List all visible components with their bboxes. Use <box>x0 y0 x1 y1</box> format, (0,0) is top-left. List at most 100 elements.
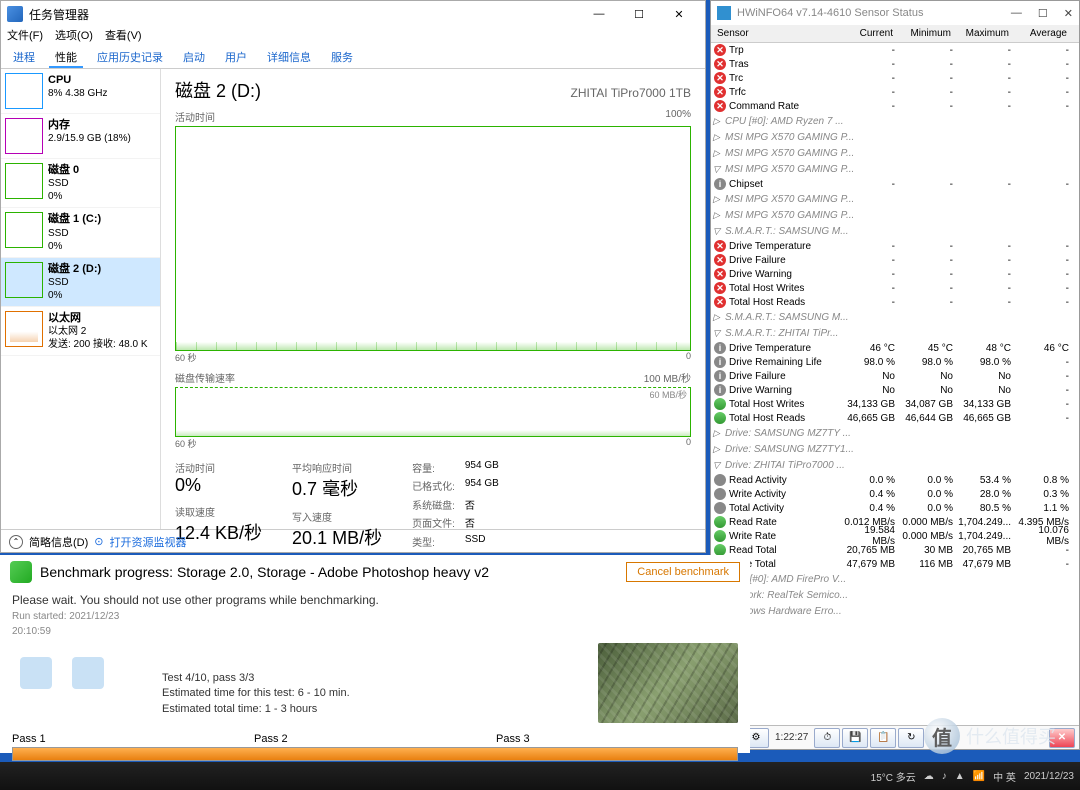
title-bar[interactable]: 任务管理器 — ☐ ✕ <box>1 1 705 27</box>
sidebar-disk1[interactable]: 磁盘 1 (C:)SSD0% <box>1 208 160 257</box>
sensor-section[interactable]: ▽Drive: ZHITAI TiPro7000 ... <box>711 457 1079 473</box>
sensor-row[interactable]: ✕Drive Warning---- <box>711 267 1079 281</box>
sensor-section[interactable]: ▷GPU [#0]: AMD FirePro V... <box>711 571 1079 587</box>
sensor-row[interactable]: ✕Drive Temperature---- <box>711 239 1079 253</box>
sidebar-disk2[interactable]: 磁盘 2 (D:)SSD0% <box>1 258 160 307</box>
storage-icon <box>20 657 52 689</box>
tab-history[interactable]: 应用历史记录 <box>91 47 169 68</box>
sensor-section[interactable]: ▷MSI MPG X570 GAMING P... <box>711 207 1079 223</box>
sidebar-memory[interactable]: 内存2.9/15.9 GB (18%) <box>1 114 160 159</box>
sensor-section[interactable]: ▷Drive: SAMSUNG MZ7TY1... <box>711 441 1079 457</box>
clock[interactable]: 2021/12/23 <box>1024 771 1074 782</box>
cancel-benchmark-button[interactable]: Cancel benchmark <box>626 562 740 582</box>
sensor-row[interactable]: Write Activity0.4 %0.0 %28.0 %0.3 % <box>711 487 1079 501</box>
close-button[interactable]: ✕ <box>1064 7 1073 20</box>
sidebar-ethernet[interactable]: 以太网以太网 2发送: 200 接收: 48.0 K <box>1 307 160 356</box>
sensor-row[interactable]: Total Host Writes34,133 GB34,087 GB34,13… <box>711 397 1079 411</box>
tab-processes[interactable]: 进程 <box>7 47 41 68</box>
ime-indicator[interactable]: 中 英 <box>993 769 1016 784</box>
sensor-section[interactable]: ▷Drive: SAMSUNG MZ7TY ... <box>711 425 1079 441</box>
disk-thumb-icon <box>5 262 43 298</box>
window-title: 任务管理器 <box>29 6 89 23</box>
sensor-row[interactable]: ✕Command Rate---- <box>711 99 1079 113</box>
response-value: 0.7 毫秒 <box>292 475 382 501</box>
sensor-row[interactable]: ✕Tras---- <box>711 57 1079 71</box>
sensor-row[interactable]: iDrive FailureNoNoNo- <box>711 369 1079 383</box>
tray-icon[interactable]: 📶 <box>973 771 985 782</box>
sensor-row[interactable]: iDrive Temperature46 °C45 °C48 °C46 °C <box>711 341 1079 355</box>
sensor-row[interactable]: iDrive WarningNoNoNo- <box>711 383 1079 397</box>
benchmark-window: Benchmark progress: Storage 2.0, Storage… <box>0 555 750 753</box>
sensor-section[interactable]: ▷MSI MPG X570 GAMING P... <box>711 145 1079 161</box>
uptime: 1:22:27 <box>771 732 812 743</box>
taskbar[interactable]: 15°C 多云 ☁ ♪ ▲ 📶 中 英 2021/12/23 <box>0 762 1080 790</box>
maximize-button[interactable]: ☐ <box>619 8 659 21</box>
sensor-section[interactable]: ▽MSI MPG X570 GAMING P... <box>711 161 1079 177</box>
tab-startup[interactable]: 启动 <box>177 47 211 68</box>
sensor-section[interactable]: ▷Windows Hardware Erro... <box>711 603 1079 619</box>
tool-button[interactable]: ⏱ <box>814 728 840 748</box>
sensor-section[interactable]: ▷S.M.A.R.T.: SAMSUNG M... <box>711 309 1079 325</box>
memory-thumb-icon <box>5 118 43 154</box>
disk-thumb-icon <box>5 163 43 199</box>
memory-label: 内存 <box>48 119 70 131</box>
sensor-row[interactable]: Read Activity0.0 %0.0 %53.4 %0.8 % <box>711 473 1079 487</box>
menu-view[interactable]: 查看(V) <box>105 27 142 47</box>
tab-details[interactable]: 详细信息 <box>261 47 317 68</box>
sensor-section[interactable]: ▷MSI MPG X570 GAMING P... <box>711 191 1079 207</box>
menu-options[interactable]: 选项(O) <box>55 27 93 47</box>
watermark-icon: 值 <box>924 718 960 754</box>
open-resmon-link[interactable]: 打开资源监视器 <box>110 534 187 550</box>
sensor-section[interactable]: ▷CPU [#0]: AMD Ryzen 7 ... <box>711 113 1079 129</box>
benchmark-title: Benchmark progress: Storage 2.0, Storage… <box>40 564 626 580</box>
close-button[interactable]: ✕ <box>659 8 699 21</box>
sensor-row[interactable]: Write Total47,679 MB116 MB47,679 MB- <box>711 557 1079 571</box>
tray-icon[interactable]: ▲ <box>955 771 965 782</box>
progress-bar <box>12 747 738 761</box>
sensor-row[interactable]: ✕Trp---- <box>711 43 1079 57</box>
hwinfo-title-bar[interactable]: HWiNFO64 v7.14-4610 Sensor Status —☐✕ <box>711 1 1079 25</box>
tool-button[interactable]: 📋 <box>870 728 896 748</box>
sensor-section[interactable]: ▽S.M.A.R.T.: ZHITAI TiPr... <box>711 325 1079 341</box>
sensor-row[interactable]: ✕Total Host Writes---- <box>711 281 1079 295</box>
task-manager-window: 任务管理器 — ☐ ✕ 文件(F) 选项(O) 查看(V) 进程 性能 应用历史… <box>0 0 706 553</box>
tab-performance[interactable]: 性能 <box>49 47 83 68</box>
maximize-button[interactable]: ☐ <box>1038 7 1048 20</box>
hwinfo-window: HWiNFO64 v7.14-4610 Sensor Status —☐✕ Se… <box>710 0 1080 750</box>
tray-icon[interactable]: ☁ <box>924 771 934 782</box>
column-header[interactable]: Sensor Current Minimum Maximum Average <box>711 25 1079 43</box>
benchmark-icon <box>10 561 32 583</box>
weather-widget[interactable]: 15°C 多云 <box>871 769 916 784</box>
activity-chart <box>175 126 691 351</box>
sensor-section[interactable]: ▽S.M.A.R.T.: SAMSUNG M... <box>711 223 1079 239</box>
sensor-row[interactable]: ✕Total Host Reads---- <box>711 295 1079 309</box>
minimize-button[interactable]: — <box>1011 7 1022 20</box>
tab-users[interactable]: 用户 <box>219 47 253 68</box>
sensor-row[interactable]: iChipset---- <box>711 177 1079 191</box>
sidebar-disk0[interactable]: 磁盘 0SSD0% <box>1 159 160 208</box>
tray-icon[interactable]: ♪ <box>942 771 947 782</box>
sensor-row[interactable]: ✕Drive Failure---- <box>711 253 1079 267</box>
sensor-list[interactable]: ✕Trp----✕Tras----✕Trc----✕Trfc----✕Comma… <box>711 43 1079 723</box>
sensor-row[interactable]: Read Total20,765 MB30 MB20,765 MB- <box>711 543 1079 557</box>
fewer-details-button[interactable]: 简略信息(D) <box>29 534 88 550</box>
overall-icon <box>72 657 104 689</box>
minimize-button[interactable]: — <box>579 8 619 21</box>
tool-button[interactable]: 💾 <box>842 728 868 748</box>
sensor-row[interactable]: ✕Trfc---- <box>711 85 1079 99</box>
sensor-row[interactable]: Total Activity0.4 %0.0 %80.5 %1.1 % <box>711 501 1079 515</box>
tool-button[interactable]: ↻ <box>898 728 924 748</box>
tab-services[interactable]: 服务 <box>325 47 359 68</box>
sensor-row[interactable]: ✕Trc---- <box>711 71 1079 85</box>
menu-file[interactable]: 文件(F) <box>7 27 43 47</box>
write-value: 20.1 MB/秒 <box>292 524 382 550</box>
sensor-section[interactable]: ▷Network: RealTek Semico... <box>711 587 1079 603</box>
sensor-row[interactable]: iDrive Remaining Life98.0 %98.0 %98.0 %- <box>711 355 1079 369</box>
sensor-row[interactable]: Write Rate19.584 MB/s0.000 MB/s1,704.249… <box>711 529 1079 543</box>
sidebar-cpu[interactable]: CPU8% 4.38 GHz <box>1 69 160 114</box>
network-thumb-icon <box>5 311 43 347</box>
sensor-row[interactable]: Total Host Reads46,665 GB46,644 GB46,665… <box>711 411 1079 425</box>
chevron-up-icon[interactable]: ⌃ <box>9 535 23 549</box>
sensor-section[interactable]: ▷MSI MPG X570 GAMING P... <box>711 129 1079 145</box>
disk-title: 磁盘 2 (D:) <box>175 77 261 103</box>
